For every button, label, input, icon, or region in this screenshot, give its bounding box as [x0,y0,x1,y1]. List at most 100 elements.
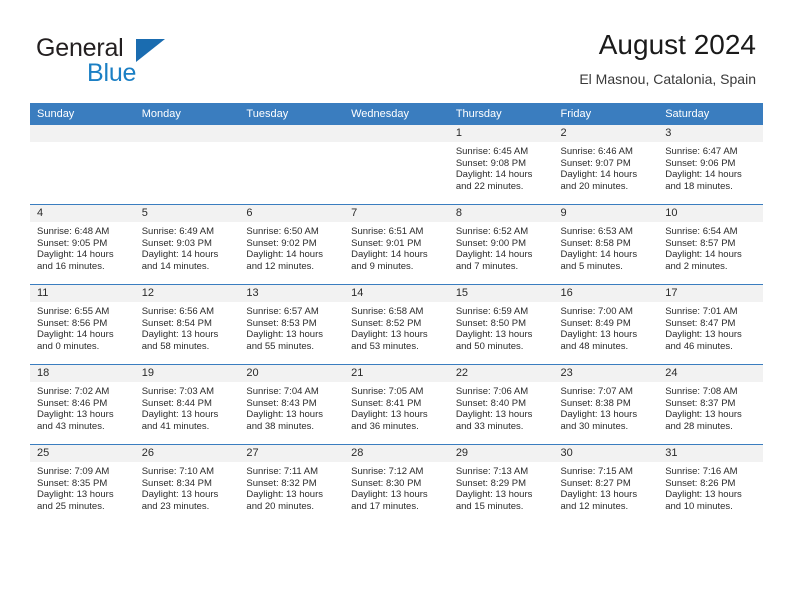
sunrise-text: Sunrise: 7:09 AM [37,466,110,477]
calendar-head: Sunday Monday Tuesday Wednesday Thursday… [30,103,763,125]
sunset-text: Sunset: 9:01 PM [351,237,422,249]
daylight-text-line2: and 36 minutes. [351,420,419,432]
sunrise-text: Sunrise: 6:45 AM [455,146,529,157]
daylight-text-line2: and 28 minutes. [665,420,733,432]
weekday-header-wednesday: Wednesday [344,103,449,125]
day-details: Sunrise: 7:15 AM Sunset: 8:27 PM Dayligh… [554,462,659,512]
day-cell[interactable]: 4 Sunrise: 6:48 AM Sunset: 9:05 PM Dayli… [30,204,135,285]
day-cell[interactable]: 14 Sunrise: 6:58 AM Sunset: 8:52 PM Dayl… [344,284,449,365]
day-number: 6 [239,205,345,222]
day-cell[interactable]: 1 Sunrise: 6:45 AM Sunset: 9:08 PM Dayli… [448,125,554,205]
day-cell[interactable]: 24 Sunrise: 7:08 AM Sunset: 8:37 PM Dayl… [658,364,763,445]
day-number: 17 [658,285,763,302]
sunset-text: Sunset: 8:29 PM [455,477,527,489]
day-details: Sunrise: 6:57 AM Sunset: 8:53 PM Dayligh… [239,302,344,352]
general-blue-logo[interactable]: General Blue [36,34,226,90]
day-details: Sunrise: 7:10 AM Sunset: 8:34 PM Dayligh… [135,462,240,512]
day-cell[interactable]: 15 Sunrise: 6:59 AM Sunset: 8:50 PM Dayl… [448,284,554,365]
day-cell[interactable]: 21 Sunrise: 7:05 AM Sunset: 8:41 PM Dayl… [344,364,449,445]
weekday-header-saturday: Saturday [658,103,763,125]
daylight-text-line1: Daylight: 13 hours [665,329,742,341]
day-number [30,125,135,142]
day-cell[interactable]: 5 Sunrise: 6:49 AM Sunset: 9:03 PM Dayli… [134,204,240,285]
daylight-text-line2: and 43 minutes. [37,420,105,432]
day-details: Sunrise: 6:50 AM Sunset: 9:02 PM Dayligh… [239,222,344,272]
day-cell[interactable]: 22 Sunrise: 7:06 AM Sunset: 8:40 PM Dayl… [448,364,554,445]
day-cell[interactable]: 7 Sunrise: 6:51 AM Sunset: 9:01 PM Dayli… [344,204,449,285]
sunrise-text: Sunrise: 7:00 AM [560,306,633,317]
day-cell[interactable]: 27 Sunrise: 7:11 AM Sunset: 8:32 PM Dayl… [239,444,345,524]
day-cell[interactable]: 8 Sunrise: 6:52 AM Sunset: 9:00 PM Dayli… [448,204,554,285]
day-cell[interactable]: 29 Sunrise: 7:13 AM Sunset: 8:29 PM Dayl… [448,444,554,524]
day-cell[interactable] [239,125,345,205]
sunset-text: Sunset: 8:53 PM [246,317,317,329]
day-details: Sunrise: 6:58 AM Sunset: 8:52 PM Dayligh… [344,302,449,352]
sunrise-text: Sunrise: 7:11 AM [246,466,319,477]
sunset-text: Sunset: 8:57 PM [665,237,736,249]
weekday-header-row: Sunday Monday Tuesday Wednesday Thursday… [30,103,763,125]
day-cell[interactable]: 11 Sunrise: 6:55 AM Sunset: 8:56 PM Dayl… [30,284,135,365]
day-cell[interactable] [134,125,240,205]
sunset-text: Sunset: 8:54 PM [141,317,212,329]
day-cell[interactable]: 19 Sunrise: 7:03 AM Sunset: 8:44 PM Dayl… [134,364,240,445]
day-cell[interactable] [30,125,135,205]
day-cell[interactable]: 28 Sunrise: 7:12 AM Sunset: 8:30 PM Dayl… [344,444,449,524]
daylight-text-line1: Daylight: 14 hours [37,329,114,341]
day-cell[interactable]: 18 Sunrise: 7:02 AM Sunset: 8:46 PM Dayl… [30,364,135,445]
day-cell[interactable]: 17 Sunrise: 7:01 AM Sunset: 8:47 PM Dayl… [658,284,763,365]
daylight-text-line1: Daylight: 13 hours [37,409,114,421]
day-cell[interactable]: 16 Sunrise: 7:00 AM Sunset: 8:49 PM Dayl… [553,284,659,365]
sunset-text: Sunset: 9:06 PM [665,157,736,169]
daylight-text-line2: and 17 minutes. [351,500,419,512]
sunset-text: Sunset: 8:58 PM [560,237,631,249]
day-cell[interactable]: 6 Sunrise: 6:50 AM Sunset: 9:02 PM Dayli… [239,204,345,285]
daylight-text-line1: Daylight: 13 hours [246,409,323,421]
day-cell[interactable]: 2 Sunrise: 6:46 AM Sunset: 9:07 PM Dayli… [553,125,659,205]
daylight-text-line2: and 16 minutes. [37,260,105,272]
day-cell[interactable]: 12 Sunrise: 6:56 AM Sunset: 8:54 PM Dayl… [134,284,240,365]
sunset-text: Sunset: 8:46 PM [37,397,108,409]
daylight-text-line1: Daylight: 13 hours [37,489,114,501]
daylight-text-line2: and 10 minutes. [665,500,733,512]
day-cell[interactable]: 23 Sunrise: 7:07 AM Sunset: 8:38 PM Dayl… [553,364,659,445]
day-details: Sunrise: 7:07 AM Sunset: 8:38 PM Dayligh… [554,382,659,432]
calendar-week-row: 18 Sunrise: 7:02 AM Sunset: 8:46 PM Dayl… [30,364,763,445]
day-number: 9 [553,205,659,222]
day-number: 26 [134,445,240,462]
daylight-text-line2: and 50 minutes. [455,340,524,352]
daylight-text-line2: and 48 minutes. [560,340,629,352]
sunrise-text: Sunrise: 7:13 AM [455,466,529,477]
day-number: 30 [553,445,659,462]
daylight-text-line2: and 12 minutes. [246,260,315,272]
sunrise-text: Sunrise: 6:46 AM [560,146,633,157]
day-number [239,125,345,142]
day-number: 20 [239,365,345,382]
day-details: Sunrise: 7:16 AM Sunset: 8:26 PM Dayligh… [658,462,763,512]
day-details: Sunrise: 7:04 AM Sunset: 8:43 PM Dayligh… [239,382,344,432]
day-number: 23 [553,365,659,382]
sunrise-text: Sunrise: 7:05 AM [351,386,424,397]
sunset-text: Sunset: 8:34 PM [141,477,212,489]
daylight-text-line1: Daylight: 14 hours [560,169,638,181]
day-cell[interactable]: 9 Sunrise: 6:53 AM Sunset: 8:58 PM Dayli… [553,204,659,285]
day-cell[interactable]: 13 Sunrise: 6:57 AM Sunset: 8:53 PM Dayl… [239,284,345,365]
day-details: Sunrise: 6:59 AM Sunset: 8:50 PM Dayligh… [449,302,554,352]
day-cell[interactable]: 10 Sunrise: 6:54 AM Sunset: 8:57 PM Dayl… [658,204,763,285]
sunset-text: Sunset: 8:43 PM [246,397,317,409]
day-cell[interactable]: 3 Sunrise: 6:47 AM Sunset: 9:06 PM Dayli… [658,125,763,205]
calendar-body: 1 Sunrise: 6:45 AM Sunset: 9:08 PM Dayli… [30,125,763,524]
day-cell[interactable]: 20 Sunrise: 7:04 AM Sunset: 8:43 PM Dayl… [239,364,345,445]
day-cell[interactable]: 30 Sunrise: 7:15 AM Sunset: 8:27 PM Dayl… [553,444,659,524]
day-cell[interactable] [344,125,449,205]
day-cell[interactable]: 25 Sunrise: 7:09 AM Sunset: 8:35 PM Dayl… [30,444,135,524]
sunset-text: Sunset: 8:26 PM [665,477,736,489]
daylight-text-line1: Daylight: 14 hours [246,249,323,261]
day-cell[interactable]: 26 Sunrise: 7:10 AM Sunset: 8:34 PM Dayl… [134,444,240,524]
day-details: Sunrise: 6:49 AM Sunset: 9:03 PM Dayligh… [135,222,240,272]
sunrise-text: Sunrise: 7:12 AM [351,466,424,477]
day-number: 11 [30,285,135,302]
daylight-text-line1: Daylight: 14 hours [665,169,742,181]
day-cell[interactable]: 31 Sunrise: 7:16 AM Sunset: 8:26 PM Dayl… [658,444,763,524]
daylight-text-line1: Daylight: 14 hours [37,249,114,261]
day-details [344,142,449,146]
